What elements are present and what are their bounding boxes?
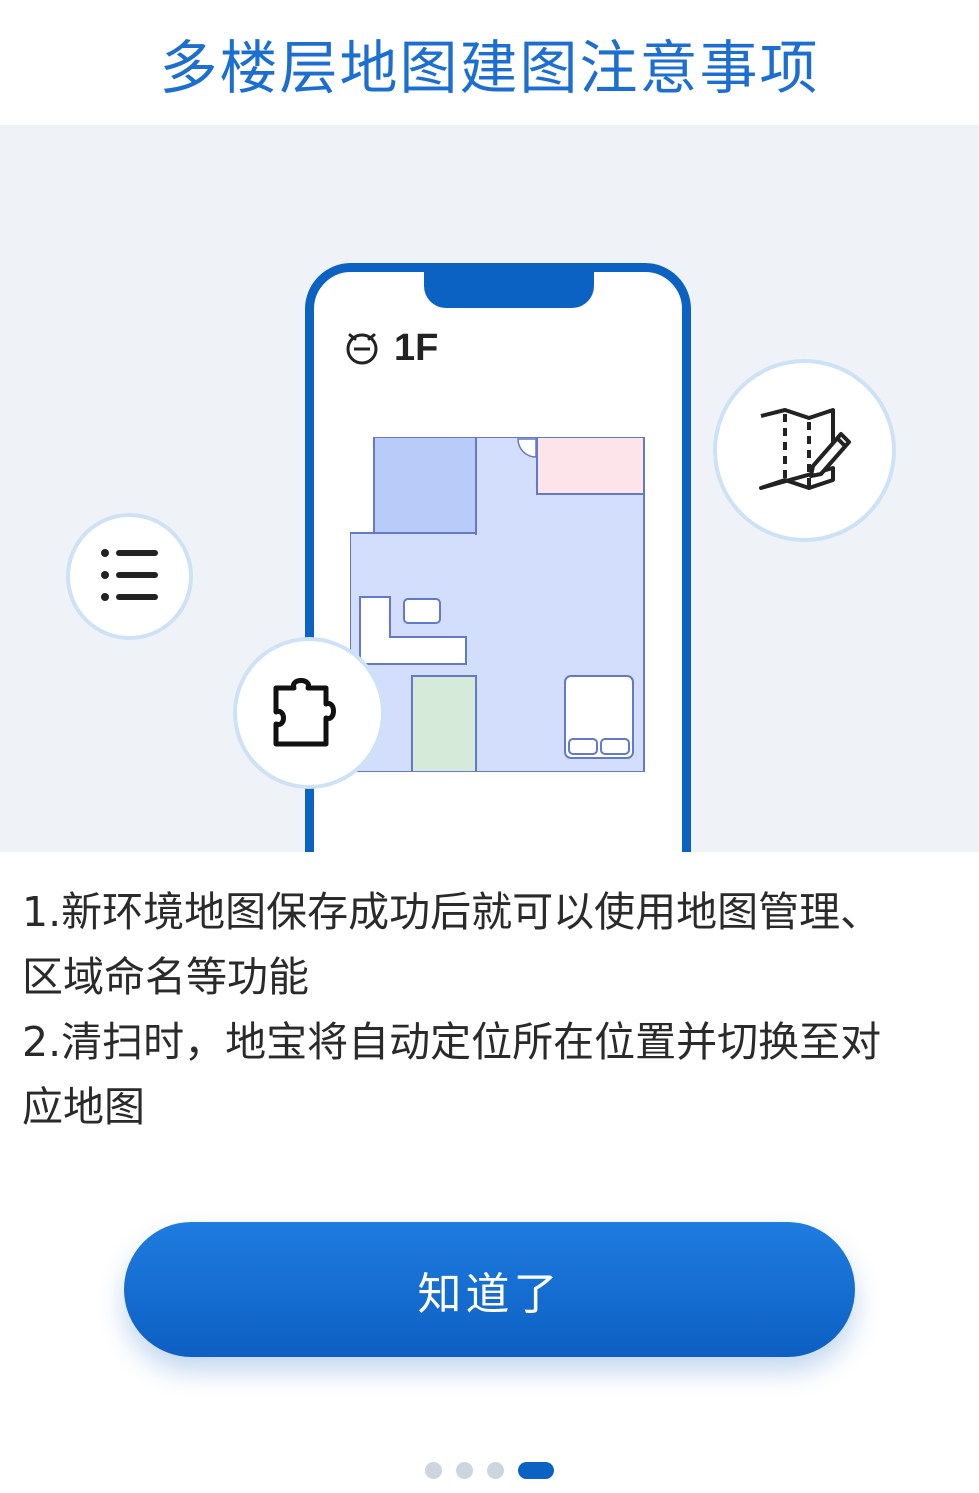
confirm-button[interactable]: 知道了 xyxy=(124,1222,855,1357)
instruction-line: 应地图 xyxy=(22,1083,145,1131)
illustration-panel: 1F xyxy=(0,125,979,852)
instruction-line: 区域命名等功能 xyxy=(22,953,309,1001)
page-dot-2[interactable] xyxy=(456,1462,473,1479)
dialog-title: 多楼层地图建图注意事项 xyxy=(159,33,820,102)
robot-icon xyxy=(344,329,380,369)
page-dot-4-active[interactable] xyxy=(518,1462,554,1479)
floor-label: 1F xyxy=(394,327,439,369)
floor-plan xyxy=(349,436,650,776)
instructions: 1.新环境地图保存成功后就可以使用地图管理、 区域命名等功能 2.清扫时，地宝将… xyxy=(22,880,957,1140)
list-icon xyxy=(100,547,160,607)
phone-notch xyxy=(424,270,594,308)
map-edit-bubble xyxy=(713,359,896,542)
map-edit-icon xyxy=(757,406,853,496)
page-dot-1[interactable] xyxy=(425,1462,442,1479)
instruction-line: 2.清扫时，地宝将自动定位所在位置并切换至对 xyxy=(22,1018,882,1066)
instruction-line: 1.新环境地图保存成功后就可以使用地图管理、 xyxy=(22,888,882,936)
puzzle-bubble xyxy=(233,637,385,789)
floor-indicator: 1F xyxy=(344,327,438,370)
list-bubble xyxy=(66,513,193,640)
pagination-dots xyxy=(0,1462,979,1479)
page-dot-3[interactable] xyxy=(487,1462,504,1479)
puzzle-icon xyxy=(270,674,348,752)
